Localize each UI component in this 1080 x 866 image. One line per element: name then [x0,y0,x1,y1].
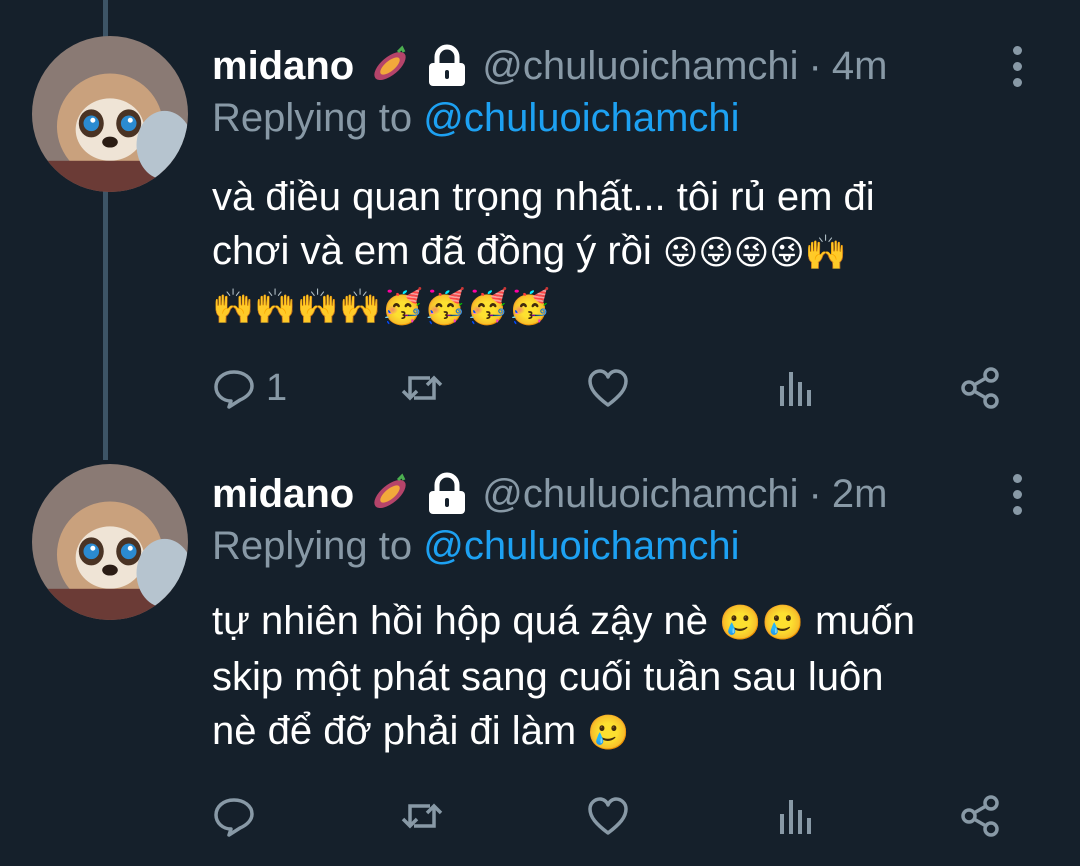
replying-to: Replying to @chuluoichamchi [212,96,740,141]
tweet-text-line: tự nhiên hồi hộp quá zậy nè 🥲🥲 muốn [212,594,1032,650]
analytics-icon [780,372,811,406]
emoji-group: 😜😜😜😜🙌 [662,233,848,273]
display-name[interactable]: midano [212,472,354,517]
tweet-text-line: chơi và em đã đồng ý rồi 😜😜😜😜🙌 [212,224,1032,280]
retweet-icon [401,375,443,401]
emoji-group: 🥲🥲 [719,603,804,643]
more-vertical-icon[interactable] [1002,464,1032,524]
tweet-text-part: tự nhiên hồi hộp quá zậy nè [212,599,709,643]
tweet-text-line: skip một phát sang cuối tuần sau luôn [212,655,884,699]
user-handle[interactable]: @chuluoichamchi [482,472,798,517]
separator-dot: · [808,43,822,88]
mention-link[interactable]: @chuluoichamchi [423,96,739,140]
sweet-potato-icon [368,44,412,88]
sweet-potato-icon [368,472,412,516]
replying-prefix: Replying to [212,524,413,568]
avatar-image [32,464,188,620]
timestamp[interactable]: 4m [832,44,888,89]
analytics-button[interactable] [774,358,818,418]
tweet-text-part: chơi và em đã đồng ý rồi [212,229,652,273]
reply-button[interactable]: 1 [212,358,287,418]
tweet-header: midano @chuluoichamchi · 2m [212,464,887,524]
analytics-icon [780,800,811,834]
more-vertical-icon[interactable] [1002,36,1032,96]
tweet-text: và điều quan trọng nhất... tôi rủ em đi … [212,170,1032,334]
share-button[interactable] [958,358,1002,418]
emoji-group: 🙌🙌🙌🙌🥳🥳🥳🥳 [212,287,551,327]
mention-link[interactable]: @chuluoichamchi [423,524,739,568]
retweet-button[interactable] [400,786,454,846]
avatar-image [32,36,188,192]
tweet-text: tự nhiên hồi hộp quá zậy nè 🥲🥲 muốn skip… [212,594,1032,760]
replying-prefix: Replying to [212,96,413,140]
avatar[interactable] [32,36,188,192]
lock-icon [426,472,468,516]
tweet-text-part: nè để đỡ phải đi làm [212,709,577,753]
timestamp[interactable]: 2m [832,472,888,517]
avatar[interactable] [32,464,188,620]
tweet[interactable]: midano @chuluoichamchi · 2m Replying to … [0,464,1080,864]
tweet-header: midano @chuluoichamchi · 4m [212,36,887,96]
emoji-group: 🥲 [587,713,630,753]
separator-dot: · [808,471,822,516]
thread-line-top [103,0,108,40]
analytics-button[interactable] [774,786,818,846]
retweet-icon [401,803,443,829]
reply-icon [214,370,254,409]
tweet-actions: 1 [212,358,1032,418]
tweet-text-line: nè để đỡ phải đi làm 🥲 [212,704,1032,760]
reply-icon [214,798,254,837]
heart-icon [588,797,628,835]
tweet-text-line: và điều quan trọng nhất... tôi rủ em đi [212,175,875,219]
reply-button[interactable] [212,786,266,846]
share-icon [961,367,999,409]
display-name[interactable]: midano [212,44,354,89]
heart-icon [588,369,628,407]
like-button[interactable] [586,358,640,418]
tweet[interactable]: midano @chuluoichamchi · 4m Replying to … [0,36,1080,436]
like-button[interactable] [586,786,640,846]
share-button[interactable] [958,786,1002,846]
replying-to: Replying to @chuluoichamchi [212,524,740,569]
reply-count: 1 [266,366,288,409]
lock-icon [426,44,468,88]
tweet-text-part: muốn [814,599,916,643]
share-icon [961,795,999,837]
retweet-button[interactable] [400,358,454,418]
tweet-actions [212,786,1032,846]
user-handle[interactable]: @chuluoichamchi [482,44,798,89]
